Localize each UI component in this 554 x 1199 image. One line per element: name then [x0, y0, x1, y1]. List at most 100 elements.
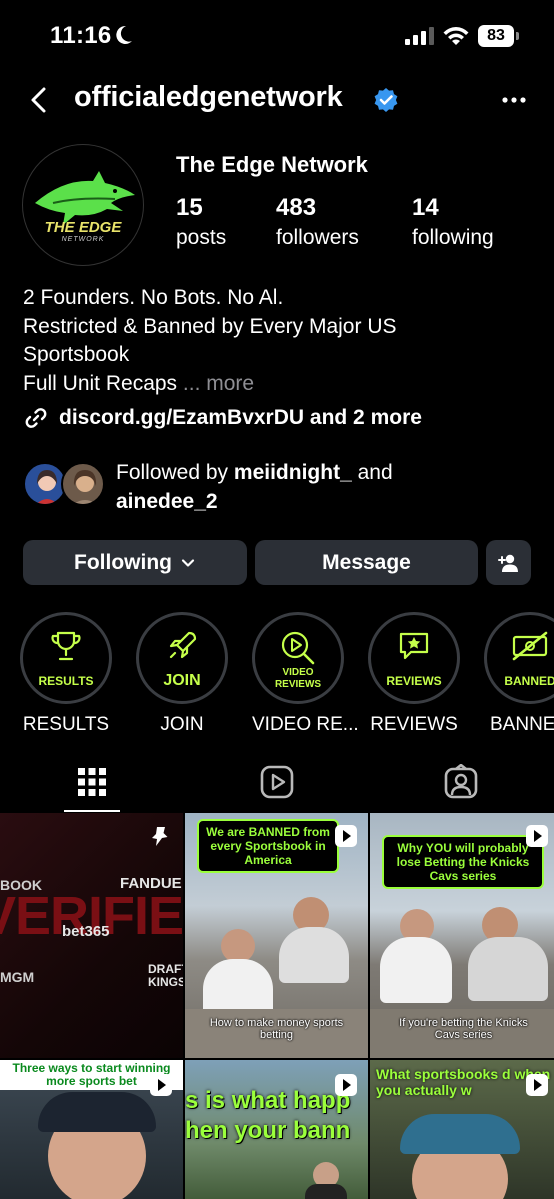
- message-button-label: Message: [322, 550, 411, 574]
- followed-by-user[interactable]: ainedee_2: [116, 490, 218, 513]
- reel-icon: [335, 1074, 357, 1096]
- post-tile[interactable]: What sportsbooks d when you actually w: [370, 1060, 554, 1199]
- highlight-cover-text: VIDEO REVIEWS: [274, 667, 322, 690]
- suggest-people-button[interactable]: [486, 540, 531, 585]
- person-head: [221, 929, 255, 963]
- highlight-label: VIDEO RE...: [252, 714, 359, 735]
- follower-avatar-icon: [73, 470, 97, 504]
- highlight-label: JOIN: [160, 714, 204, 735]
- highlight-ring: VIDEO REVIEWS: [252, 612, 344, 704]
- profile-tabs: [0, 752, 554, 812]
- highlight-ring: REVIEWS: [368, 612, 460, 704]
- post-subtitle: How to make money sports betting: [209, 1017, 344, 1041]
- following-stat[interactable]: 14 following: [412, 194, 494, 250]
- post-tile[interactable]: Why YOU will probably lose Betting the K…: [370, 813, 554, 1058]
- wifi-icon: [443, 27, 469, 45]
- profile-display-name: The Edge Network: [176, 152, 368, 177]
- bio-line: 2 Founders. No Bots. No Al.: [23, 286, 284, 309]
- battery-cap: [516, 32, 519, 40]
- signal-icon: [405, 27, 434, 45]
- post-tile[interactable]: s is what happ hen your bann: [185, 1060, 368, 1199]
- bio-more-link[interactable]: ... more: [183, 372, 254, 395]
- highlight-join[interactable]: JOIN JOIN: [136, 612, 228, 736]
- profile-link-text: discord.gg/EzamBvxrDU and 2 more: [59, 406, 422, 429]
- highlight-cover: BANNED: [491, 619, 554, 697]
- post-brand-text: bet365: [62, 923, 110, 940]
- followed-by-user[interactable]: meiidnight_: [234, 461, 352, 484]
- posts-grid: VERIFIED BOOK FANDUEL bet365 MGM DRAFT K…: [0, 813, 554, 1199]
- avatar-brand-subtext: NETWORK: [61, 236, 105, 243]
- post-tile[interactable]: Three ways to start winning more sports …: [0, 1060, 183, 1199]
- followers-label: followers: [276, 226, 359, 249]
- followers-stat[interactable]: 483 followers: [276, 194, 359, 250]
- active-tab-indicator: [64, 810, 120, 812]
- highlight-cover: RESULTS: [27, 619, 105, 697]
- follower-avatar: [61, 462, 105, 506]
- highlight-cover-text: RESULTS: [38, 674, 94, 688]
- highlight-cover-text: JOIN: [163, 672, 201, 689]
- highlight-results[interactable]: RESULTS RESULTS: [20, 612, 112, 736]
- profile-avatar[interactable]: THE EDGE NETWORK: [22, 144, 144, 266]
- posts-stat[interactable]: 15 posts: [176, 194, 226, 250]
- profile-header: officialedgenetwork: [0, 72, 554, 128]
- banned-money-icon: [512, 631, 548, 661]
- following-label: following: [412, 226, 494, 249]
- status-bar: 11:16 83: [0, 0, 554, 72]
- highlight-label: REVIEWS: [370, 714, 458, 735]
- highlight-cover-text: BANNED: [504, 674, 554, 688]
- highlight-ring: JOIN: [136, 612, 228, 704]
- followed-by-prefix: Followed by: [116, 461, 229, 484]
- person-shirt: [305, 1184, 347, 1199]
- following-count: 14: [412, 194, 439, 221]
- person-shirt: [279, 927, 349, 983]
- rocket-icon: [169, 631, 197, 659]
- highlight-ring: BANNED: [484, 612, 554, 704]
- pin-icon: [152, 827, 168, 846]
- profile-link[interactable]: discord.gg/EzamBvxrDU and 2 more: [23, 403, 422, 433]
- highlight-cover: JOIN: [143, 619, 221, 697]
- star-message-icon: [399, 632, 429, 660]
- reel-icon: [335, 825, 357, 847]
- highlight-banned[interactable]: BANNED BANNE: [484, 612, 554, 736]
- add-person-icon: [497, 554, 518, 572]
- highlight-label: BANNE: [490, 714, 554, 735]
- battery-level: 83: [478, 25, 514, 47]
- highlight-cover-text: REVIEWS: [386, 674, 442, 688]
- tagged-tab-icon[interactable]: [443, 764, 479, 800]
- highlight-ring: RESULTS: [20, 612, 112, 704]
- grid-tab-icon[interactable]: [74, 764, 110, 800]
- highlight-cover: VIDEO REVIEWS: [259, 619, 337, 697]
- moon-icon: [116, 25, 132, 44]
- back-icon[interactable]: [24, 84, 56, 116]
- following-button-label: Following: [74, 550, 172, 574]
- verified-badge-icon: [374, 88, 398, 112]
- bio-line: Full Unit Recaps: [23, 371, 178, 395]
- post-tile[interactable]: VERIFIED BOOK FANDUEL bet365 MGM DRAFT K…: [0, 813, 183, 1058]
- person-cap: [38, 1092, 156, 1132]
- highlight-cover: REVIEWS: [375, 619, 453, 697]
- post-caption: Why YOU will probably lose Betting the K…: [382, 835, 544, 889]
- post-brand-text: FANDUEL: [120, 875, 182, 892]
- chevron-down-icon: [181, 558, 195, 567]
- highlight-video-reviews[interactable]: VIDEO REVIEWS VIDEO RE...: [252, 612, 359, 736]
- bio-line: Restricted & Banned by Every Major US: [23, 314, 397, 338]
- post-caption: We are BANNED from every Sportsbook in A…: [197, 819, 339, 873]
- reels-tab-icon[interactable]: [259, 764, 295, 800]
- followed-by-joiner: and: [357, 461, 393, 484]
- bio-line: Sportsbook: [23, 343, 130, 366]
- post-subtitle: If you're betting the Knicks Cavs series: [399, 1017, 528, 1041]
- more-options-icon[interactable]: [500, 87, 528, 113]
- shark-logo-icon: [35, 171, 135, 225]
- battery-icon: 83: [478, 25, 520, 47]
- followed-by[interactable]: Followed by meiidnight_ and ainedee_2: [23, 458, 533, 518]
- avatar-brand-text: THE EDGE: [44, 219, 122, 236]
- following-button[interactable]: Following: [23, 540, 247, 585]
- post-tile[interactable]: We are BANNED from every Sportsbook in A…: [185, 813, 368, 1058]
- highlight-reviews[interactable]: REVIEWS REVIEWS: [368, 612, 460, 736]
- reel-icon: [526, 1074, 548, 1096]
- person-shirt: [468, 937, 548, 1001]
- bio-line-last: Full Unit Recaps ... more: [23, 370, 533, 399]
- message-button[interactable]: Message: [255, 540, 478, 585]
- followers-count: 483: [276, 194, 317, 221]
- link-icon: [25, 408, 47, 428]
